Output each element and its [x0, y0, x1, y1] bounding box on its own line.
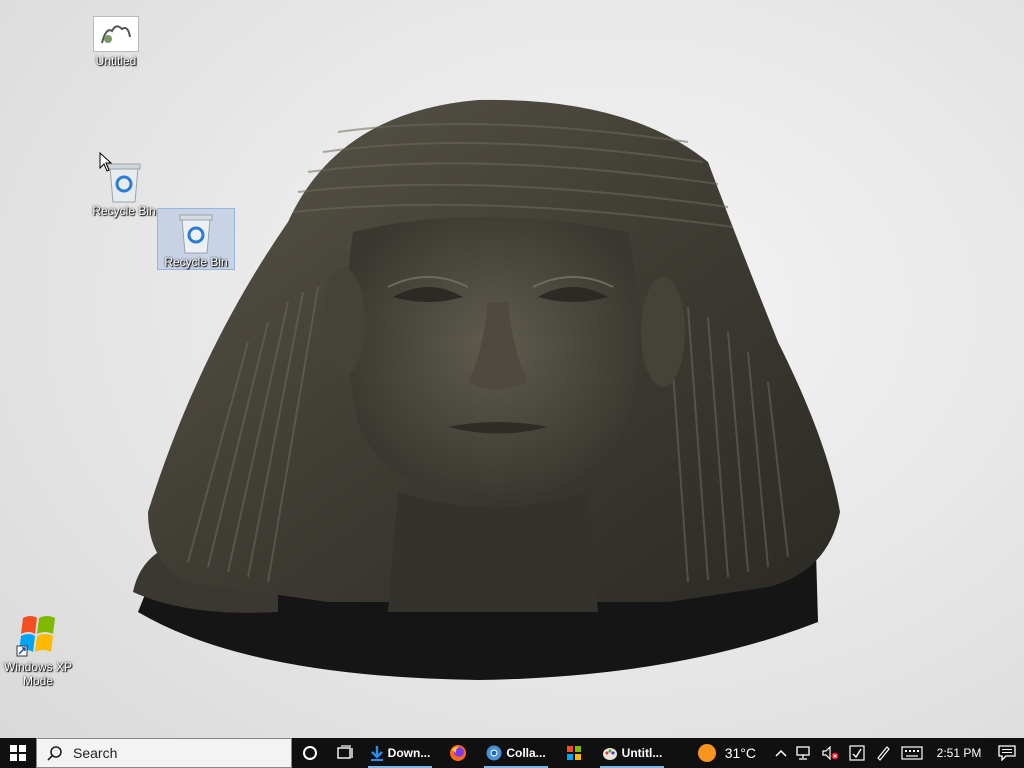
chevron-up-icon — [775, 749, 787, 757]
start-button[interactable] — [0, 738, 36, 768]
desktop-icon-label: Untitled — [95, 54, 137, 68]
windows-logo-icon — [10, 745, 26, 761]
taskbar: Search Down... Colla... Untitl... 31°C 2… — [0, 738, 1024, 768]
desktop-icon-recycle-bin[interactable]: Recycle Bin — [86, 160, 162, 218]
system-tray: 31°C 2:51 PM — [695, 738, 1024, 768]
task-view-icon — [337, 745, 353, 759]
clock-time: 2:51 PM — [936, 746, 982, 760]
sun-icon — [697, 744, 716, 762]
drawing-file-icon — [93, 16, 139, 52]
taskbar-app-paint[interactable]: Untitl... — [596, 738, 668, 768]
touch-keyboard-button[interactable] — [896, 738, 928, 768]
clock[interactable]: 2:51 PM — [928, 738, 990, 768]
firefox-icon — [450, 745, 466, 761]
desktop-icon-untitled[interactable]: Untitled — [78, 16, 154, 68]
chrome-icon — [486, 745, 502, 761]
cortana-button[interactable] — [292, 738, 328, 768]
show-hidden-icons-button[interactable] — [770, 738, 792, 768]
desktop-icon-label: Recycle Bin — [164, 255, 228, 269]
notifications-icon — [998, 745, 1016, 761]
taskbar-app-label: Untitl... — [621, 746, 663, 760]
security-tray-icon[interactable] — [844, 738, 870, 768]
keyboard-icon — [901, 746, 923, 760]
wallpaper-sculpture — [133, 99, 840, 680]
download-icon — [370, 746, 383, 761]
taskbar-app-label: Down... — [387, 746, 431, 760]
taskbar-app-chrome[interactable]: Colla... — [480, 738, 552, 768]
network-tray-icon[interactable] — [792, 738, 818, 768]
windows-xp-logo-icon — [13, 612, 63, 660]
desktop[interactable]: Untitled Recycle Bin Recycle Bin Windows… — [0, 0, 1024, 738]
desktop-icon-label: Recycle Bin — [92, 204, 156, 218]
pen-icon — [877, 746, 890, 761]
defender-icon — [849, 745, 865, 761]
task-view-button[interactable] — [328, 738, 364, 768]
taskbar-app-label: Colla... — [506, 746, 546, 760]
taskbar-app-windows-xp-mode[interactable] — [552, 738, 596, 768]
search-placeholder: Search — [73, 745, 118, 761]
taskbar-search-box[interactable]: Search — [36, 738, 292, 768]
cortana-circle-icon — [303, 746, 317, 760]
search-icon — [47, 746, 62, 761]
network-icon — [796, 746, 810, 760]
weather-temperature[interactable]: 31°C — [725, 745, 756, 761]
recycle-bin-icon — [176, 211, 216, 255]
windows-xp-icon — [567, 746, 581, 760]
desktop-icon-label: Windows XP Mode — [3, 660, 73, 688]
volume-tray-icon[interactable] — [818, 738, 844, 768]
desktop-icon-recycle-bin-selected[interactable]: Recycle Bin — [157, 208, 235, 270]
weather-widget[interactable] — [695, 738, 719, 768]
desktop-icon-windows-xp-mode[interactable]: Windows XP Mode — [0, 612, 76, 688]
paint-icon — [602, 748, 617, 760]
pen-tray-icon[interactable] — [870, 738, 896, 768]
mouse-cursor-icon — [99, 152, 113, 172]
taskbar-app-firefox[interactable] — [436, 738, 480, 768]
taskbar-app-downloads[interactable]: Down... — [364, 738, 436, 768]
volume-muted-icon — [822, 746, 839, 760]
action-center-button[interactable] — [990, 738, 1024, 768]
